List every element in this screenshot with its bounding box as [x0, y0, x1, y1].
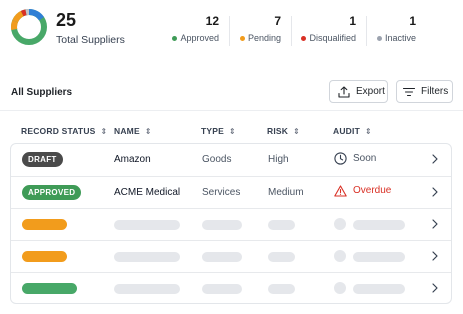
risk-skeleton: [268, 220, 295, 230]
inactive-dot-icon: [376, 36, 382, 41]
audit-icon-skeleton: [334, 218, 346, 230]
suppliers-table: DRAFT Amazon Goods High Soon APPROVED AC…: [10, 143, 452, 304]
stat-divider: [229, 16, 230, 46]
stat-pending-label: Pending: [247, 33, 281, 43]
column-header-audit[interactable]: AUDIT ⇕: [333, 126, 372, 136]
status-badge-draft: DRAFT: [22, 152, 63, 167]
audit-status: Overdue: [334, 185, 391, 197]
stat-disqualified-count: 1: [349, 14, 356, 28]
export-button-label: Export: [356, 86, 385, 97]
warning-icon: [334, 185, 347, 197]
name-skeleton: [114, 284, 180, 294]
chevron-right-icon[interactable]: [431, 186, 439, 198]
audit-skeleton: [353, 252, 405, 262]
filter-lines-icon: [403, 87, 415, 96]
status-badge-approved: APPROVED: [22, 185, 82, 200]
audit-status-label: Overdue: [353, 185, 392, 196]
filters-button-label: Filters: [421, 86, 449, 97]
supplier-risk: Medium: [268, 187, 304, 198]
donut-segment-pending-2: [11, 20, 19, 30]
approved-dot-icon: [172, 36, 178, 41]
sort-icon: ⇕: [144, 126, 152, 136]
all-suppliers-title: All Suppliers: [11, 87, 73, 98]
supplier-risk: High: [268, 154, 289, 165]
stat-approved[interactable]: 12 Approved: [172, 14, 219, 48]
column-header-record-status[interactable]: RECORD STATUS ⇕: [21, 126, 107, 136]
risk-skeleton: [268, 252, 295, 262]
status-badge-skeleton: [22, 219, 67, 230]
audit-skeleton: [353, 284, 405, 294]
table-row-loading[interactable]: [11, 208, 451, 240]
status-badge-skeleton: [22, 251, 67, 262]
donut-segment-blue: [28, 9, 44, 21]
name-skeleton: [114, 220, 180, 230]
sort-icon: ⇕: [293, 126, 301, 136]
chevron-right-icon[interactable]: [431, 153, 439, 165]
stat-inactive-count: 1: [409, 14, 416, 28]
supplier-type: Goods: [202, 154, 232, 165]
stat-pending[interactable]: 7 Pending: [238, 14, 281, 48]
table-row-loading[interactable]: [11, 240, 451, 272]
supplier-name: ACME Medical: [114, 187, 181, 198]
table-row[interactable]: DRAFT Amazon Goods High Soon: [11, 144, 451, 176]
disqualified-dot-icon: [301, 36, 307, 41]
chevron-right-icon[interactable]: [431, 218, 439, 230]
chevron-right-icon[interactable]: [431, 282, 439, 294]
total-suppliers-count: 25: [56, 10, 77, 30]
sort-icon: ⇕: [100, 126, 108, 136]
audit-icon-skeleton: [334, 250, 346, 262]
audit-skeleton: [353, 220, 405, 230]
total-suppliers-label: Total Suppliers: [56, 34, 125, 46]
stat-divider: [291, 16, 292, 46]
suppliers-donut-chart: [11, 8, 47, 45]
donut-segment-pending: [12, 10, 24, 23]
clock-icon: [334, 152, 347, 165]
sort-icon: ⇕: [229, 126, 236, 136]
audit-status: Soon: [334, 152, 376, 165]
name-skeleton: [114, 252, 180, 262]
chevron-right-icon[interactable]: [431, 250, 439, 262]
risk-skeleton: [268, 284, 295, 294]
column-header-type[interactable]: TYPE ⇕: [201, 126, 236, 136]
filters-button[interactable]: Filters: [396, 80, 453, 103]
stat-disqualified[interactable]: 1 Disqualified: [300, 14, 356, 48]
sort-icon: ⇕: [364, 126, 372, 136]
stat-disqualified-label: Disqualified: [309, 33, 356, 43]
export-button[interactable]: Export: [329, 80, 388, 103]
stat-approved-label: Approved: [180, 33, 219, 43]
type-skeleton: [202, 220, 242, 230]
status-badge-skeleton: [22, 283, 77, 294]
audit-icon-skeleton: [334, 282, 346, 294]
column-header-risk[interactable]: RISK ⇕: [267, 126, 300, 136]
export-icon: [338, 85, 350, 98]
column-header-name[interactable]: NAME ⇕: [114, 126, 152, 136]
supplier-type: Services: [202, 187, 241, 198]
type-skeleton: [202, 284, 242, 294]
table-row-loading[interactable]: [11, 272, 451, 304]
type-skeleton: [202, 252, 242, 262]
stat-inactive[interactable]: 1 Inactive: [376, 14, 416, 48]
toolbar-divider: [0, 110, 463, 111]
table-row[interactable]: APPROVED ACME Medical Services Medium Ov…: [11, 176, 451, 208]
supplier-name: Amazon: [114, 154, 151, 165]
audit-status-label: Soon: [353, 152, 377, 164]
stat-divider: [366, 16, 367, 46]
pending-dot-icon: [239, 36, 245, 41]
donut-segment-disqualified: [20, 9, 27, 17]
stat-inactive-label: Inactive: [384, 33, 416, 43]
stat-approved-count: 12: [205, 14, 219, 28]
stat-pending-count: 7: [274, 14, 281, 28]
